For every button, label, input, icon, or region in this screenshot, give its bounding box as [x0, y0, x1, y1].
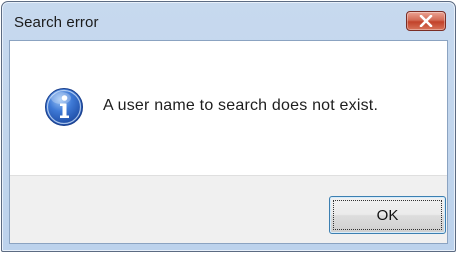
button-bar: OK — [10, 175, 447, 243]
close-icon — [419, 15, 433, 27]
ok-button[interactable]: OK — [329, 196, 446, 234]
ok-button-label: OK — [376, 206, 399, 224]
title-bar[interactable]: Search error — [2, 2, 455, 40]
close-button[interactable] — [406, 11, 446, 31]
dialog-client-area: A user name to search does not exist. OK — [9, 40, 448, 244]
message-area: A user name to search does not exist. — [10, 41, 447, 175]
error-message: A user name to search does not exist. — [103, 97, 379, 114]
dialog-title: Search error — [14, 14, 99, 31]
info-icon — [45, 88, 83, 126]
error-dialog: Search error A user name to search does … — [1, 1, 456, 252]
